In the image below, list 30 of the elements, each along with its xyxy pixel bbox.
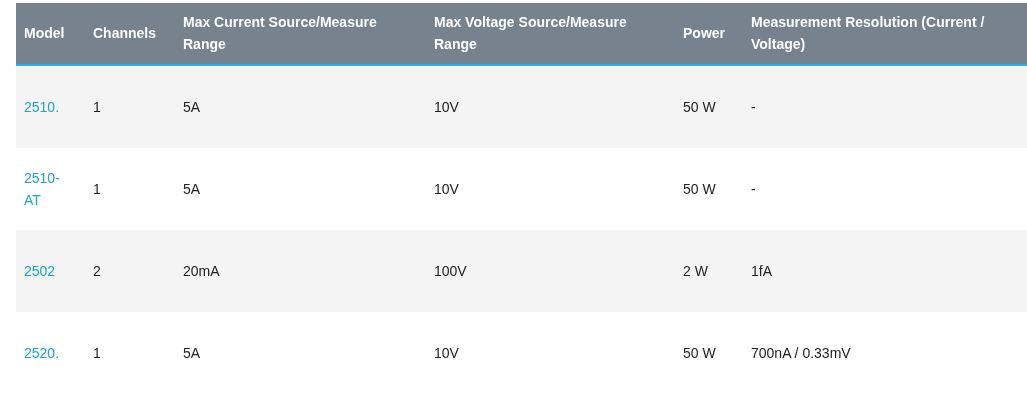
table-cell: 1	[93, 181, 101, 197]
model-link[interactable]: 2510.	[24, 96, 65, 118]
table-cell: 50 W	[683, 181, 716, 197]
table-cell: 100V	[434, 263, 467, 279]
column-header: Power	[683, 25, 725, 41]
column-header: Max Current Source/Measure Range	[183, 14, 377, 52]
table-cell: 5A	[183, 99, 201, 115]
table-cell: 5A	[183, 345, 201, 361]
column-header: Channels	[93, 25, 156, 41]
table-cell: 2	[93, 263, 101, 279]
column-header: Model	[24, 25, 65, 41]
table-cell: 2 W	[683, 263, 708, 279]
table-cell: -	[751, 181, 756, 197]
table-cell: 50 W	[683, 99, 716, 115]
table-cell: 10V	[434, 99, 459, 115]
table-cell: 10V	[434, 345, 459, 361]
column-header: Max Voltage Source/Measure Range	[434, 14, 627, 52]
column-header: Measurement Resolution (Current / Voltage)	[751, 14, 985, 52]
table-cell: 20mA	[183, 263, 220, 279]
table-cell: 1	[93, 99, 101, 115]
model-link[interactable]: 2510-AT	[24, 167, 65, 211]
table-cell: 10V	[434, 181, 459, 197]
table-cell: 1	[93, 345, 101, 361]
table-cell: 50 W	[683, 345, 716, 361]
model-link[interactable]: 2502	[24, 260, 65, 282]
model-link[interactable]: 2520.	[24, 342, 65, 364]
table-cell: 1fA	[751, 263, 772, 279]
table-cell: 5A	[183, 181, 201, 197]
table-cell: 700nA / 0.33mV	[751, 345, 851, 361]
table-cell: -	[751, 99, 756, 115]
